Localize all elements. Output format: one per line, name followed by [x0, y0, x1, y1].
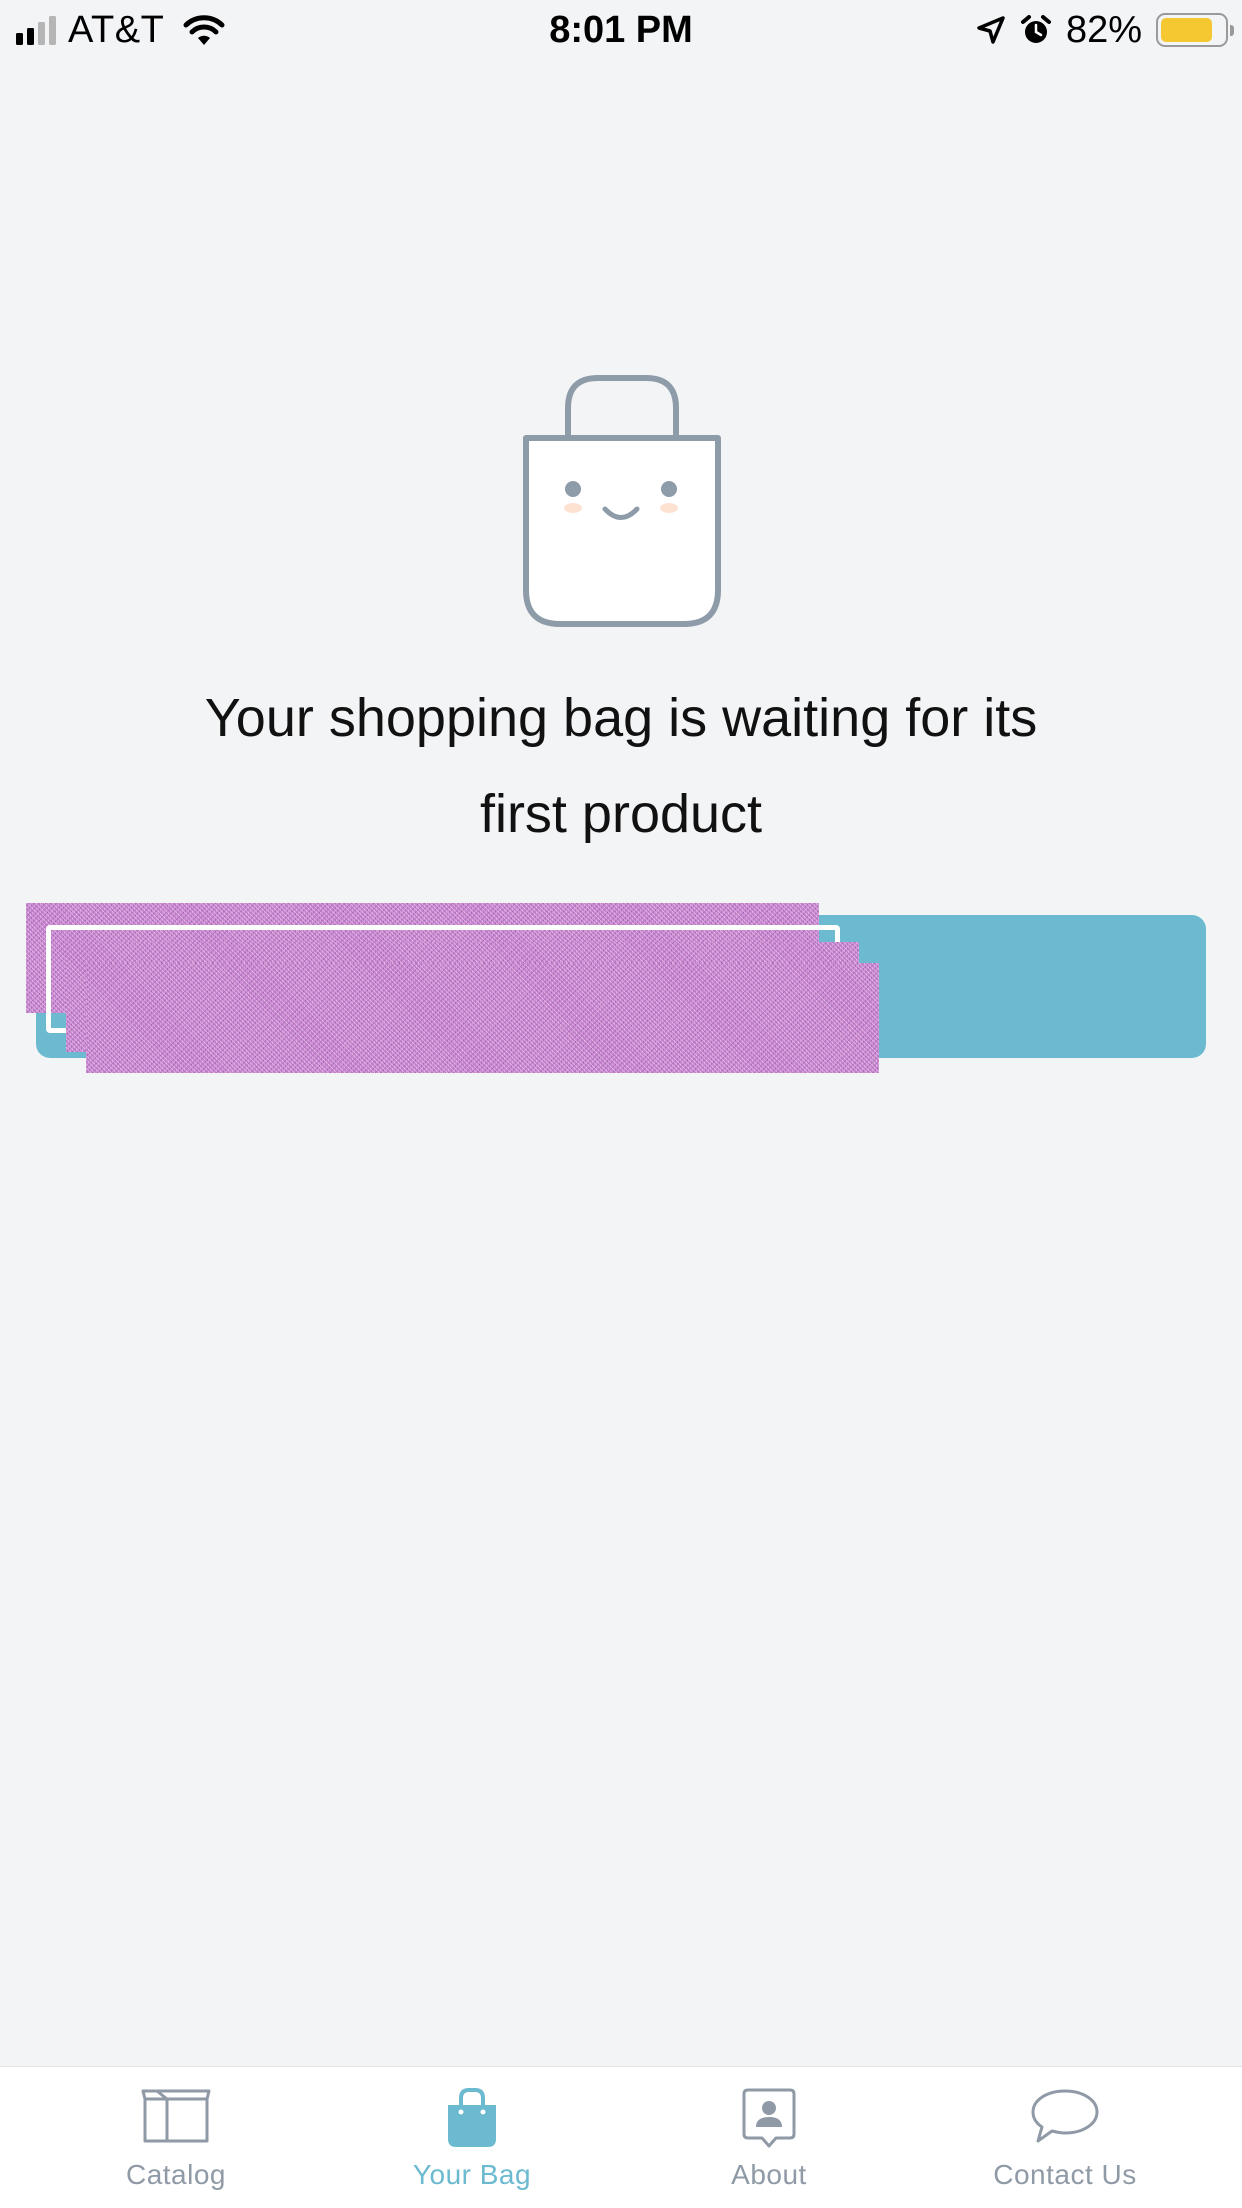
- speech-bubble-icon: [1031, 2089, 1099, 2143]
- shopping-bag-icon: [448, 2088, 496, 2147]
- tab-catalog[interactable]: Catalog: [21, 2067, 331, 2208]
- alarm-icon: [1020, 15, 1051, 43]
- tab-about-label: About: [731, 2159, 807, 2190]
- redaction-block: [86, 963, 879, 1073]
- battery-icon: [1156, 13, 1234, 47]
- tab-your-bag[interactable]: Your Bag: [317, 2067, 627, 2208]
- box-icon: [141, 2089, 211, 2143]
- tab-bar: Catalog Your Bag About Contact Us: [0, 2066, 1242, 2208]
- battery-level-fill: [1161, 18, 1212, 42]
- person-badge-icon: [742, 2088, 796, 2148]
- tab-your-bag-label: Your Bag: [412, 2159, 532, 2190]
- location-arrow-icon: [977, 16, 1005, 44]
- tab-catalog-label: Catalog: [125, 2159, 226, 2190]
- empty-bag-message-line1: Your shopping bag is waiting for its: [204, 688, 1038, 748]
- empty-bag-message: Your shopping bag is waiting for its fir…: [160, 670, 1082, 862]
- status-bar-right: 82%: [976, 8, 1234, 52]
- tab-about[interactable]: About: [614, 2067, 924, 2208]
- shopping-bag-screen: AT&T 8:01 PM 82% Your shopping bag is wa…: [0, 0, 1242, 2208]
- battery-percentage: 82%: [1065, 8, 1142, 51]
- smiling-shopping-bag-icon: [523, 375, 721, 627]
- tab-contact-us-label: Contact Us: [993, 2159, 1137, 2190]
- empty-bag-message-line2: first product: [479, 784, 763, 844]
- tab-contact-us[interactable]: Contact Us: [910, 2067, 1220, 2208]
- status-bar: AT&T 8:01 PM 82%: [0, 0, 1242, 62]
